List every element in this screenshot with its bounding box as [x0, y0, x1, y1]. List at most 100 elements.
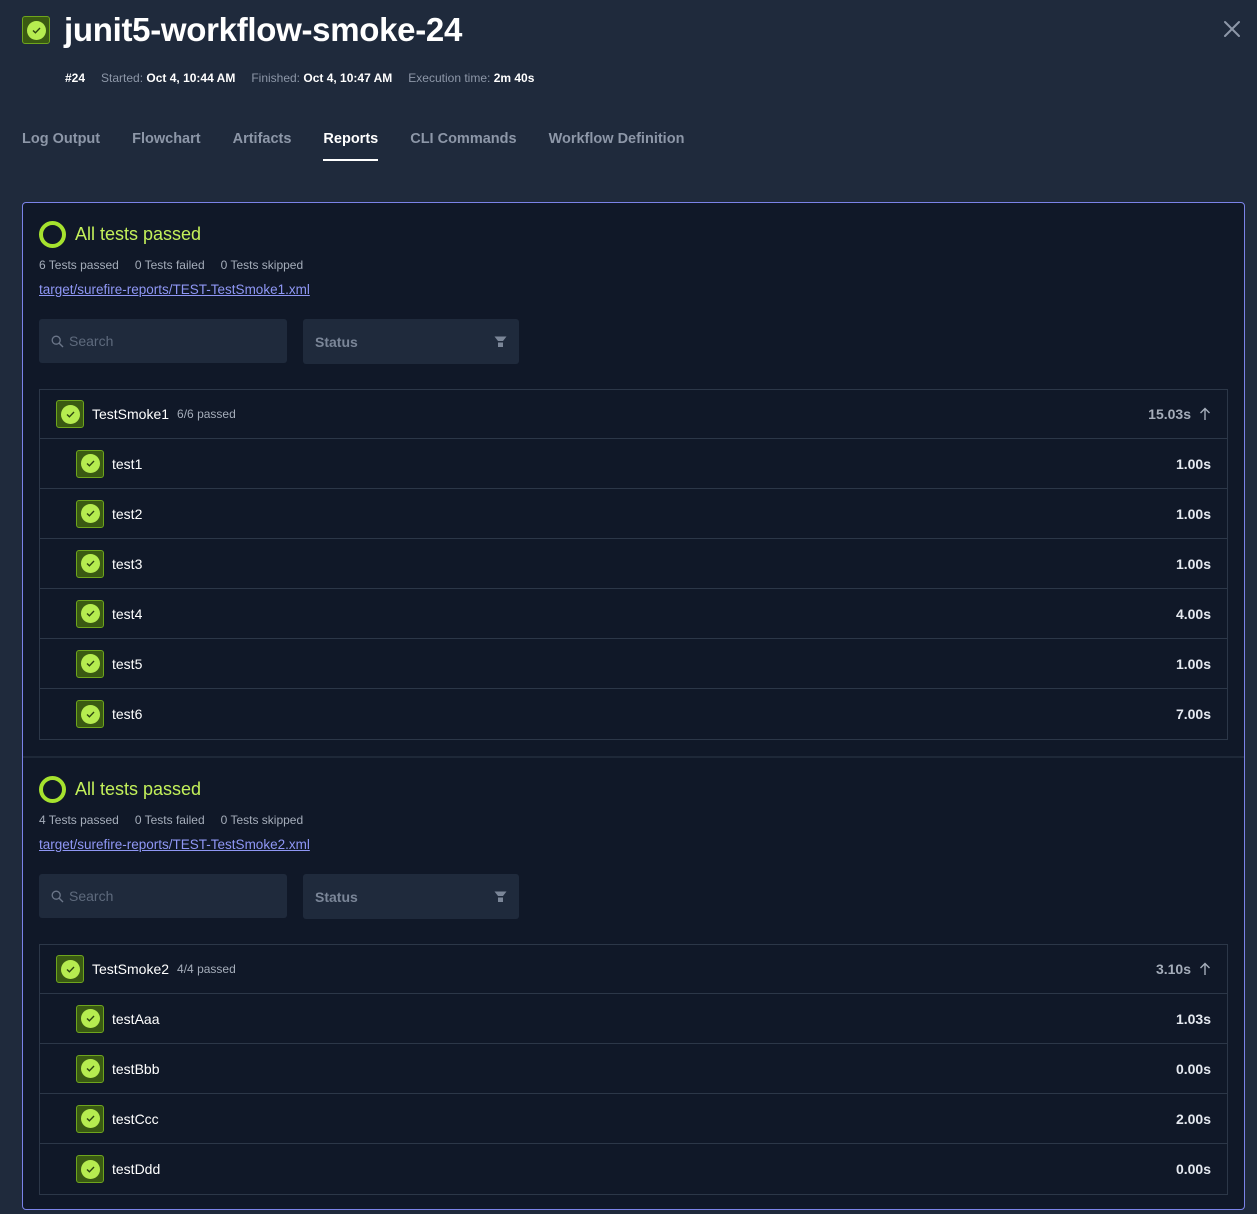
- search-icon: [51, 890, 64, 902]
- skipped-count: 0 Tests skipped: [220, 813, 304, 827]
- search-field[interactable]: [39, 874, 287, 918]
- run-number: #24: [65, 71, 86, 85]
- filter-icon: [494, 891, 507, 902]
- test-case-name: test5: [112, 655, 143, 672]
- finished-time: Finished: Oct 4, 10:47 AM: [251, 71, 393, 85]
- test-case-duration: 0.00s: [1175, 1060, 1211, 1077]
- test-case-row[interactable]: test6 7.00s: [40, 689, 1227, 739]
- run-metadata: #24 Started: Oct 4, 10:44 AM Finished: O…: [65, 71, 550, 85]
- test-case-duration: 0.00s: [1175, 1161, 1211, 1177]
- test-case-row[interactable]: test1 1.00s: [40, 439, 1227, 489]
- test-case-duration: 1.03s: [1175, 1010, 1211, 1027]
- test-case-row[interactable]: testAaa 1.03s: [40, 994, 1227, 1044]
- suite-header[interactable]: TestSmoke1 6/6 passed 15.03s: [40, 390, 1227, 439]
- passed-status-icon: [76, 449, 104, 478]
- test-case-duration: 1.00s: [1175, 555, 1211, 572]
- pass-ring-icon: [39, 775, 66, 803]
- suite-name: TestSmoke1: [92, 406, 170, 422]
- tab-workflow-definition[interactable]: Workflow Definition: [549, 128, 685, 162]
- search-icon: [51, 335, 64, 347]
- suite-duration: 3.10s: [1155, 961, 1191, 977]
- test-case-name: test1: [112, 455, 143, 472]
- test-suite: TestSmoke2 4/4 passed 3.10s testAaa 1.03…: [39, 944, 1228, 1195]
- check-circle-icon: [22, 16, 50, 44]
- test-case-name: test2: [112, 505, 143, 522]
- test-case-row[interactable]: testDdd 0.00s: [40, 1144, 1227, 1194]
- suite-header[interactable]: TestSmoke2 4/4 passed 3.10s: [40, 945, 1227, 994]
- passed-count: 4 Tests passed: [39, 813, 119, 827]
- test-case-name: testCcc: [112, 1110, 159, 1127]
- search-input[interactable]: [69, 888, 269, 904]
- test-counts: 6 Tests passed 0 Tests failed 0 Tests sk…: [39, 258, 1228, 272]
- passed-status-icon: [76, 1054, 104, 1083]
- test-case-duration: 4.00s: [1175, 605, 1211, 622]
- search-input[interactable]: [69, 333, 269, 349]
- test-report: All tests passed 4 Tests passed 0 Tests …: [23, 756, 1244, 1195]
- skipped-count: 0 Tests skipped: [220, 258, 304, 272]
- test-case-duration: 2.00s: [1175, 1110, 1211, 1127]
- test-case-name: testDdd: [112, 1161, 161, 1177]
- tab-bar: Log Output Flowchart Artifacts Reports C…: [22, 128, 716, 162]
- sort-ascending-icon[interactable]: [1199, 407, 1211, 421]
- test-case-duration: 1.00s: [1175, 505, 1211, 522]
- summary-title: All tests passed: [75, 778, 202, 799]
- passed-status-icon: [76, 649, 104, 678]
- passed-status-icon: [76, 1155, 104, 1183]
- passed-status-icon: [76, 700, 104, 728]
- passed-status-icon: [76, 1104, 104, 1133]
- search-field[interactable]: [39, 319, 287, 363]
- status-filter-select[interactable]: Status: [303, 319, 519, 364]
- status-filter-label: Status: [315, 333, 358, 350]
- report-file-link[interactable]: target/surefire-reports/TEST-TestSmoke1.…: [39, 282, 310, 297]
- passed-count: 6 Tests passed: [39, 258, 119, 272]
- workflow-header: junit5-workflow-smoke-24 #24 Started: Oc…: [0, 0, 1257, 180]
- test-case-name: testAaa: [112, 1010, 160, 1027]
- suite-pass-count: 4/4 passed: [177, 962, 236, 976]
- test-case-name: test6: [112, 706, 143, 722]
- test-case-row[interactable]: testBbb 0.00s: [40, 1044, 1227, 1094]
- filter-icon: [494, 336, 507, 347]
- summary-title: All tests passed: [75, 223, 202, 244]
- tab-reports[interactable]: Reports: [323, 128, 378, 162]
- test-report: All tests passed 6 Tests passed 0 Tests …: [23, 203, 1244, 740]
- failed-count: 0 Tests failed: [134, 813, 205, 827]
- status-filter-label: Status: [315, 888, 358, 905]
- pass-ring-icon: [39, 220, 66, 248]
- report-file-link[interactable]: target/surefire-reports/TEST-TestSmoke2.…: [39, 837, 310, 852]
- passed-status-icon: [76, 1004, 104, 1033]
- test-counts: 4 Tests passed 0 Tests failed 0 Tests sk…: [39, 813, 1228, 827]
- test-case-row[interactable]: test3 1.00s: [40, 539, 1227, 589]
- test-case-row[interactable]: test5 1.00s: [40, 639, 1227, 689]
- status-filter-select[interactable]: Status: [303, 874, 519, 919]
- test-case-name: testBbb: [112, 1060, 160, 1077]
- suite-pass-count: 6/6 passed: [177, 407, 236, 421]
- test-case-name: test4: [112, 605, 143, 622]
- started-time: Started: Oct 4, 10:44 AM: [101, 71, 236, 85]
- test-case-row[interactable]: test4 4.00s: [40, 589, 1227, 639]
- passed-status-icon: [76, 599, 104, 628]
- reports-panel: All tests passed 6 Tests passed 0 Tests …: [22, 202, 1245, 1210]
- tab-cli-commands[interactable]: CLI Commands: [410, 128, 516, 162]
- tab-log-output[interactable]: Log Output: [22, 128, 100, 162]
- test-case-row[interactable]: testCcc 2.00s: [40, 1094, 1227, 1144]
- test-suite: TestSmoke1 6/6 passed 15.03s test1 1.00s…: [39, 389, 1228, 740]
- test-case-duration: 1.00s: [1175, 655, 1211, 672]
- failed-count: 0 Tests failed: [134, 258, 205, 272]
- close-icon: [1224, 21, 1240, 37]
- test-case-duration: 7.00s: [1175, 706, 1211, 722]
- test-case-name: test3: [112, 555, 143, 572]
- test-case-row[interactable]: test2 1.00s: [40, 489, 1227, 539]
- passed-status-icon: [56, 400, 84, 428]
- test-case-duration: 1.00s: [1175, 455, 1211, 472]
- passed-status-icon: [56, 955, 84, 983]
- passed-status-icon: [76, 499, 104, 528]
- suite-name: TestSmoke2: [92, 961, 170, 977]
- suite-duration: 15.03s: [1148, 406, 1191, 422]
- tab-flowchart[interactable]: Flowchart: [132, 128, 200, 162]
- execution-time: Execution time: 2m 40s: [408, 71, 535, 85]
- page-title: junit5-workflow-smoke-24: [64, 11, 463, 48]
- passed-status-icon: [76, 549, 104, 578]
- sort-ascending-icon[interactable]: [1199, 962, 1211, 976]
- tab-artifacts[interactable]: Artifacts: [233, 128, 292, 162]
- close-button[interactable]: [1221, 18, 1243, 40]
